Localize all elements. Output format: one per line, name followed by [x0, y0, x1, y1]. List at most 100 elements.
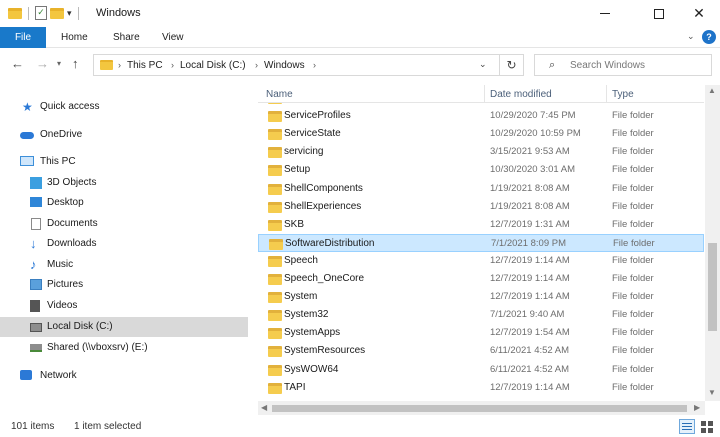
vertical-scrollbar[interactable]: ▲ ▼: [705, 85, 720, 401]
toolbar-divider: [28, 6, 29, 20]
maximize-icon: [654, 8, 664, 19]
file-row[interactable]: TAPI 12/7/2019 1:14 AM File folder: [258, 379, 704, 397]
column-header-date[interactable]: Date modified: [490, 89, 552, 100]
folder-icon: [268, 346, 282, 358]
file-row[interactable]: Speech 12/7/2019 1:14 AM File folder: [258, 252, 704, 270]
file-row[interactable]: SystemApps 12/7/2019 1:54 AM File folder: [258, 324, 704, 342]
scroll-up-arrow-icon[interactable]: ▲: [708, 86, 716, 95]
search-icon: ⌕: [549, 59, 556, 71]
nav-item-videos[interactable]: Videos: [0, 296, 248, 316]
nav-item-local-disk[interactable]: Local Disk (C:): [0, 317, 248, 337]
folder-icon: [268, 147, 282, 159]
file-name: System: [284, 291, 318, 303]
music-icon: ♪: [30, 257, 37, 272]
refresh-button[interactable]: ↻: [500, 54, 524, 76]
file-row[interactable]: System 12/7/2019 1:14 AM File folder: [258, 288, 704, 306]
file-date-modified: 6/11/2021 4:52 AM: [490, 345, 570, 357]
file-type: File folder: [612, 273, 654, 284]
close-button[interactable]: ✕: [676, 0, 720, 27]
breadcrumb-windows[interactable]: Windows: [264, 60, 305, 71]
properties-icon[interactable]: ✓: [35, 6, 47, 20]
file-name: SystemResources: [284, 345, 366, 357]
nav-item-label: Music: [47, 259, 74, 270]
column-divider[interactable]: [606, 85, 607, 103]
file-name: servicing: [284, 146, 324, 158]
nav-item-label: Documents: [47, 218, 98, 229]
computer-icon: [20, 156, 34, 166]
file-row[interactable]: SystemResources 6/11/2021 4:52 AM File fol…: [258, 342, 704, 360]
file-row[interactable]: SoftwareDistribution 7/1/2021 8:09 PM File…: [258, 233, 704, 252]
nav-item-downloads[interactable]: ↓ Downloads: [0, 234, 248, 254]
scroll-left-arrow-icon[interactable]: ◀: [261, 403, 267, 412]
file-name: SystemApps: [284, 327, 341, 339]
file-row[interactable]: Setup 10/30/2020 3:01 AM File folder: [258, 161, 704, 179]
search-input[interactable]: ⌕ Search Windows: [534, 54, 712, 76]
breadcrumb-local-disk[interactable]: Local Disk (C:): [180, 60, 246, 71]
nav-item-onedrive[interactable]: OneDrive: [0, 125, 248, 145]
nav-item-3d-objects[interactable]: 3D Objects: [0, 173, 248, 193]
address-dropdown-chevron-icon[interactable]: ⌄: [479, 59, 487, 70]
tab-home[interactable]: Home: [61, 27, 88, 48]
file-row[interactable]: ShellExperiences 1/19/2021 8:08 AM File fo…: [258, 198, 704, 216]
breadcrumb-chevron-icon[interactable]: ›: [171, 60, 174, 70]
forward-arrow-icon[interactable]: →: [36, 56, 49, 71]
minimize-icon: [600, 13, 610, 14]
file-row[interactable]: servicing 3/15/2021 9:53 AM File folder: [258, 143, 704, 161]
column-header-name[interactable]: Name: [266, 89, 293, 100]
nav-item-desktop[interactable]: Desktop: [0, 193, 248, 213]
nav-item-music[interactable]: ♪ Music: [0, 255, 248, 275]
folder-icon: [268, 274, 282, 285]
breadcrumb-chevron-icon[interactable]: ›: [313, 60, 316, 70]
file-row[interactable]: ShellComponents 1/19/2021 8:08 AM File fol…: [258, 180, 704, 198]
minimize-button[interactable]: [582, 0, 628, 27]
nav-item-documents[interactable]: Documents: [0, 214, 248, 234]
tab-share[interactable]: Share: [113, 27, 140, 48]
file-row[interactable]: SKB 12/7/2019 1:31 AM File folder: [258, 216, 704, 234]
breadcrumb-chevron-icon[interactable]: ›: [118, 60, 121, 70]
file-date-modified: 12/7/2019 1:14 AM: [490, 291, 570, 303]
nav-item-pictures[interactable]: Pictures: [0, 275, 248, 295]
new-folder-icon[interactable]: [50, 7, 64, 19]
column-headers: ⌃ Name Date modified Type: [258, 85, 704, 103]
column-divider[interactable]: [484, 85, 485, 103]
toolbar-divider: [77, 6, 79, 20]
file-row[interactable]: Speech_OneCore 12/7/2019 1:14 AM File fold…: [258, 270, 704, 288]
column-header-type[interactable]: Type: [612, 89, 634, 100]
scroll-right-arrow-icon[interactable]: ▶: [694, 403, 700, 412]
nav-item-quick-access[interactable]: ★ Quick access: [0, 97, 248, 117]
video-icon: [30, 300, 40, 312]
customize-toolbar-icon[interactable]: ▾: [67, 8, 72, 19]
file-row[interactable]: ServiceProfiles 10/29/2020 7:45 PM File fo…: [258, 107, 704, 125]
scroll-down-arrow-icon[interactable]: ▼: [708, 388, 716, 397]
help-icon[interactable]: ?: [702, 30, 716, 44]
address-bar[interactable]: › This PC › Local Disk (C:) › Windows › …: [93, 54, 500, 76]
back-arrow-icon[interactable]: ←: [11, 56, 24, 71]
breadcrumb-this-pc[interactable]: This PC: [127, 60, 163, 71]
up-arrow-icon[interactable]: ↑: [72, 56, 79, 71]
large-icons-view-button[interactable]: [699, 419, 715, 434]
tab-file[interactable]: File: [0, 27, 46, 48]
horizontal-scrollbar[interactable]: ◀ ▶: [258, 401, 705, 415]
nav-item-this-pc[interactable]: This PC: [0, 152, 248, 172]
file-row[interactable]: System32 7/1/2021 9:40 AM File folder: [258, 306, 704, 324]
file-type: File folder: [613, 237, 655, 249]
nav-item-label: 3D Objects: [47, 177, 97, 188]
nav-item-shared-drive[interactable]: Shared (\\vboxsrv) (E:): [0, 338, 248, 358]
horizontal-scroll-thumb[interactable]: [272, 405, 687, 412]
desktop-icon: [30, 197, 42, 207]
file-type: File folder: [612, 218, 654, 230]
folder-icon: [268, 255, 282, 267]
file-row[interactable]: ServiceState 10/29/2020 10:59 PM File fold…: [258, 125, 704, 143]
navigation-row: ← → ▾ ↑ › This PC › Local Disk (C:) › Wi…: [0, 52, 720, 78]
drive-icon: [30, 323, 42, 332]
file-row[interactable]: SysWOW64 6/11/2021 4:52 AM File folder: [258, 361, 704, 379]
nav-item-network[interactable]: Network: [0, 366, 248, 386]
file-date-modified: 10/30/2020 3:01 AM: [490, 164, 576, 176]
recent-locations-chevron-icon[interactable]: ▾: [57, 59, 61, 68]
details-view-button[interactable]: [679, 419, 695, 434]
tab-view[interactable]: View: [162, 27, 184, 48]
item-count: 101 items: [11, 421, 55, 432]
vertical-scroll-thumb[interactable]: [708, 243, 717, 331]
breadcrumb-chevron-icon[interactable]: ›: [255, 60, 258, 70]
expand-ribbon-chevron-icon[interactable]: ⌄: [687, 31, 695, 42]
